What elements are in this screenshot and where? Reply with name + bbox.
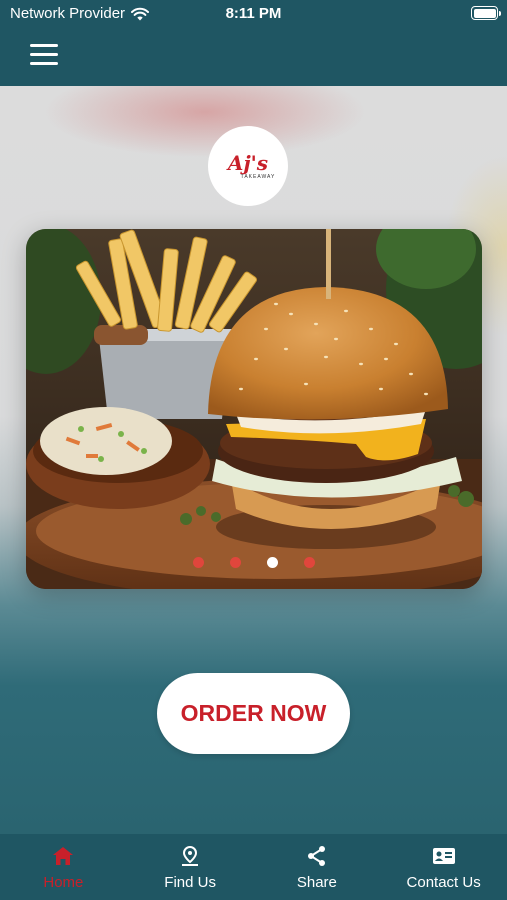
share-icon [307, 846, 325, 866]
top-nav-bar [0, 28, 507, 86]
order-now-button[interactable]: ORDER NOW [157, 673, 350, 754]
image-carousel[interactable] [26, 229, 482, 589]
tab-contact-us[interactable]: Contact Us [380, 834, 507, 900]
tab-find-us[interactable]: Find Us [127, 834, 254, 900]
tab-contact-us-label: Contact Us [406, 874, 481, 891]
tab-home[interactable]: Home [0, 834, 127, 900]
battery-icon [471, 6, 501, 20]
logo-brand-text: Aj's [227, 150, 269, 175]
carousel-dot-active[interactable] [267, 557, 278, 568]
carousel-indicator [26, 557, 482, 568]
restaurant-logo: Aj's TAKEAWAY [208, 126, 288, 206]
tab-share-label: Share [296, 874, 337, 891]
contact-card-icon [432, 848, 455, 864]
clock: 8:11 PM [225, 5, 282, 22]
location-pin-icon [182, 845, 199, 866]
carousel-dot[interactable] [304, 557, 315, 568]
tab-find-us-label: Find Us [164, 874, 216, 891]
tab-share[interactable]: Share [254, 834, 381, 900]
status-bar: Network Provider 8:11 PM [0, 0, 507, 28]
hamburger-menu-icon[interactable] [30, 44, 58, 68]
burger-and-fries-image [26, 229, 482, 589]
carousel-dot[interactable] [230, 557, 241, 568]
home-icon [53, 847, 74, 865]
bottom-tab-bar: Home Find Us Share Contact Us [0, 834, 507, 900]
logo-tagline: TAKEAWAY [240, 173, 276, 180]
tab-home-label: Home [43, 874, 84, 891]
carousel-dot[interactable] [193, 557, 204, 568]
